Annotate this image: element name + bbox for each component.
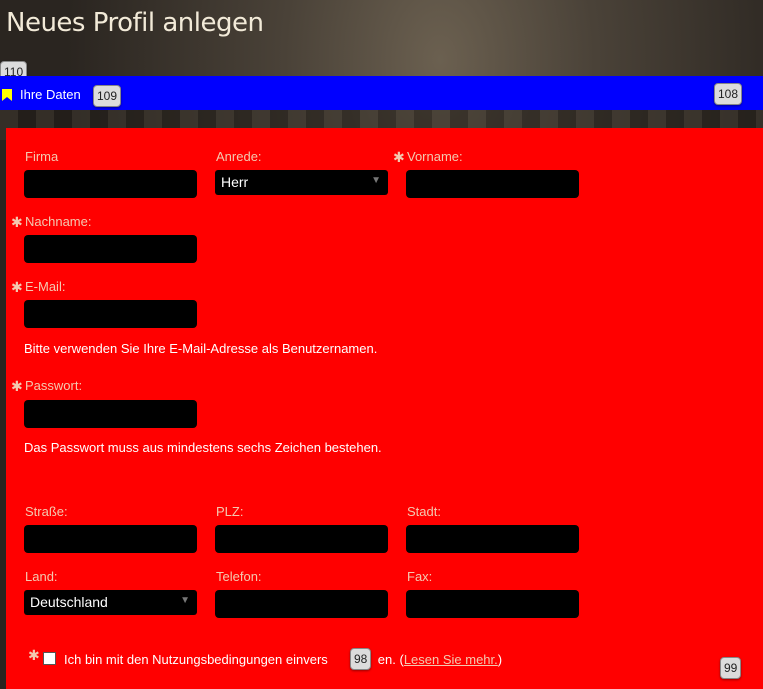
marker-badge-99: 99 bbox=[720, 657, 742, 679]
terms-text: Ich bin mit den Nutzungsbedingungen einv… bbox=[64, 652, 503, 667]
strasse-input[interactable] bbox=[24, 525, 197, 553]
passwort-hint: Das Passwort muss aus mindestens sechs Z… bbox=[24, 440, 382, 455]
terms-checkbox[interactable] bbox=[43, 652, 56, 665]
email-input[interactable] bbox=[24, 300, 197, 328]
stadt-label: Stadt: bbox=[407, 504, 441, 519]
stadt-input[interactable] bbox=[406, 525, 579, 553]
required-star-icon: ✱ bbox=[11, 215, 23, 231]
required-star-icon: ✱ bbox=[28, 648, 40, 664]
marker-badge-108: 108 bbox=[714, 83, 743, 105]
page-title: Neues Profil anlegen bbox=[6, 8, 264, 38]
marker-badge-109: 109 bbox=[93, 85, 122, 107]
anrede-value: Herr bbox=[221, 174, 249, 190]
nachname-label: Nachname: bbox=[25, 214, 92, 229]
firma-label: Firma bbox=[25, 149, 59, 164]
plz-label: PLZ: bbox=[216, 504, 244, 519]
email-hint: Bitte verwenden Sie Ihre E-Mail-Adresse … bbox=[24, 341, 378, 356]
dropdown-arrow-icon: ▼ bbox=[180, 595, 190, 606]
land-select[interactable]: Deutschland ▼ bbox=[24, 590, 197, 615]
anrede-label: Anrede: bbox=[216, 149, 262, 164]
email-label: E-Mail: bbox=[25, 279, 66, 294]
land-label: Land: bbox=[25, 569, 58, 584]
vorname-input[interactable] bbox=[406, 170, 579, 198]
bookmark-icon bbox=[2, 89, 12, 101]
fax-label: Fax: bbox=[407, 569, 433, 584]
fax-input[interactable] bbox=[406, 590, 579, 618]
telefon-input[interactable] bbox=[215, 590, 388, 618]
nachname-input[interactable] bbox=[24, 235, 197, 263]
section-title: Ihre Daten bbox=[20, 87, 81, 102]
marker-badge-98: 98 bbox=[350, 648, 372, 670]
passwort-label: Passwort: bbox=[25, 378, 83, 393]
plz-input[interactable] bbox=[215, 525, 388, 553]
telefon-label: Telefon: bbox=[216, 569, 262, 584]
anrede-select[interactable]: Herr ▼ bbox=[215, 170, 388, 195]
required-star-icon: ✱ bbox=[393, 150, 405, 166]
strasse-label: Straße: bbox=[25, 504, 68, 519]
required-star-icon: ✱ bbox=[11, 280, 23, 296]
firma-input[interactable] bbox=[24, 170, 197, 198]
terms-read-more-link[interactable]: Lesen Sie mehr. bbox=[404, 652, 498, 667]
dropdown-arrow-icon: ▼ bbox=[371, 175, 381, 186]
vorname-label: Vorname: bbox=[407, 149, 463, 164]
land-value: Deutschland bbox=[30, 594, 108, 610]
required-star-icon: ✱ bbox=[11, 379, 23, 395]
passwort-input[interactable] bbox=[24, 400, 197, 428]
